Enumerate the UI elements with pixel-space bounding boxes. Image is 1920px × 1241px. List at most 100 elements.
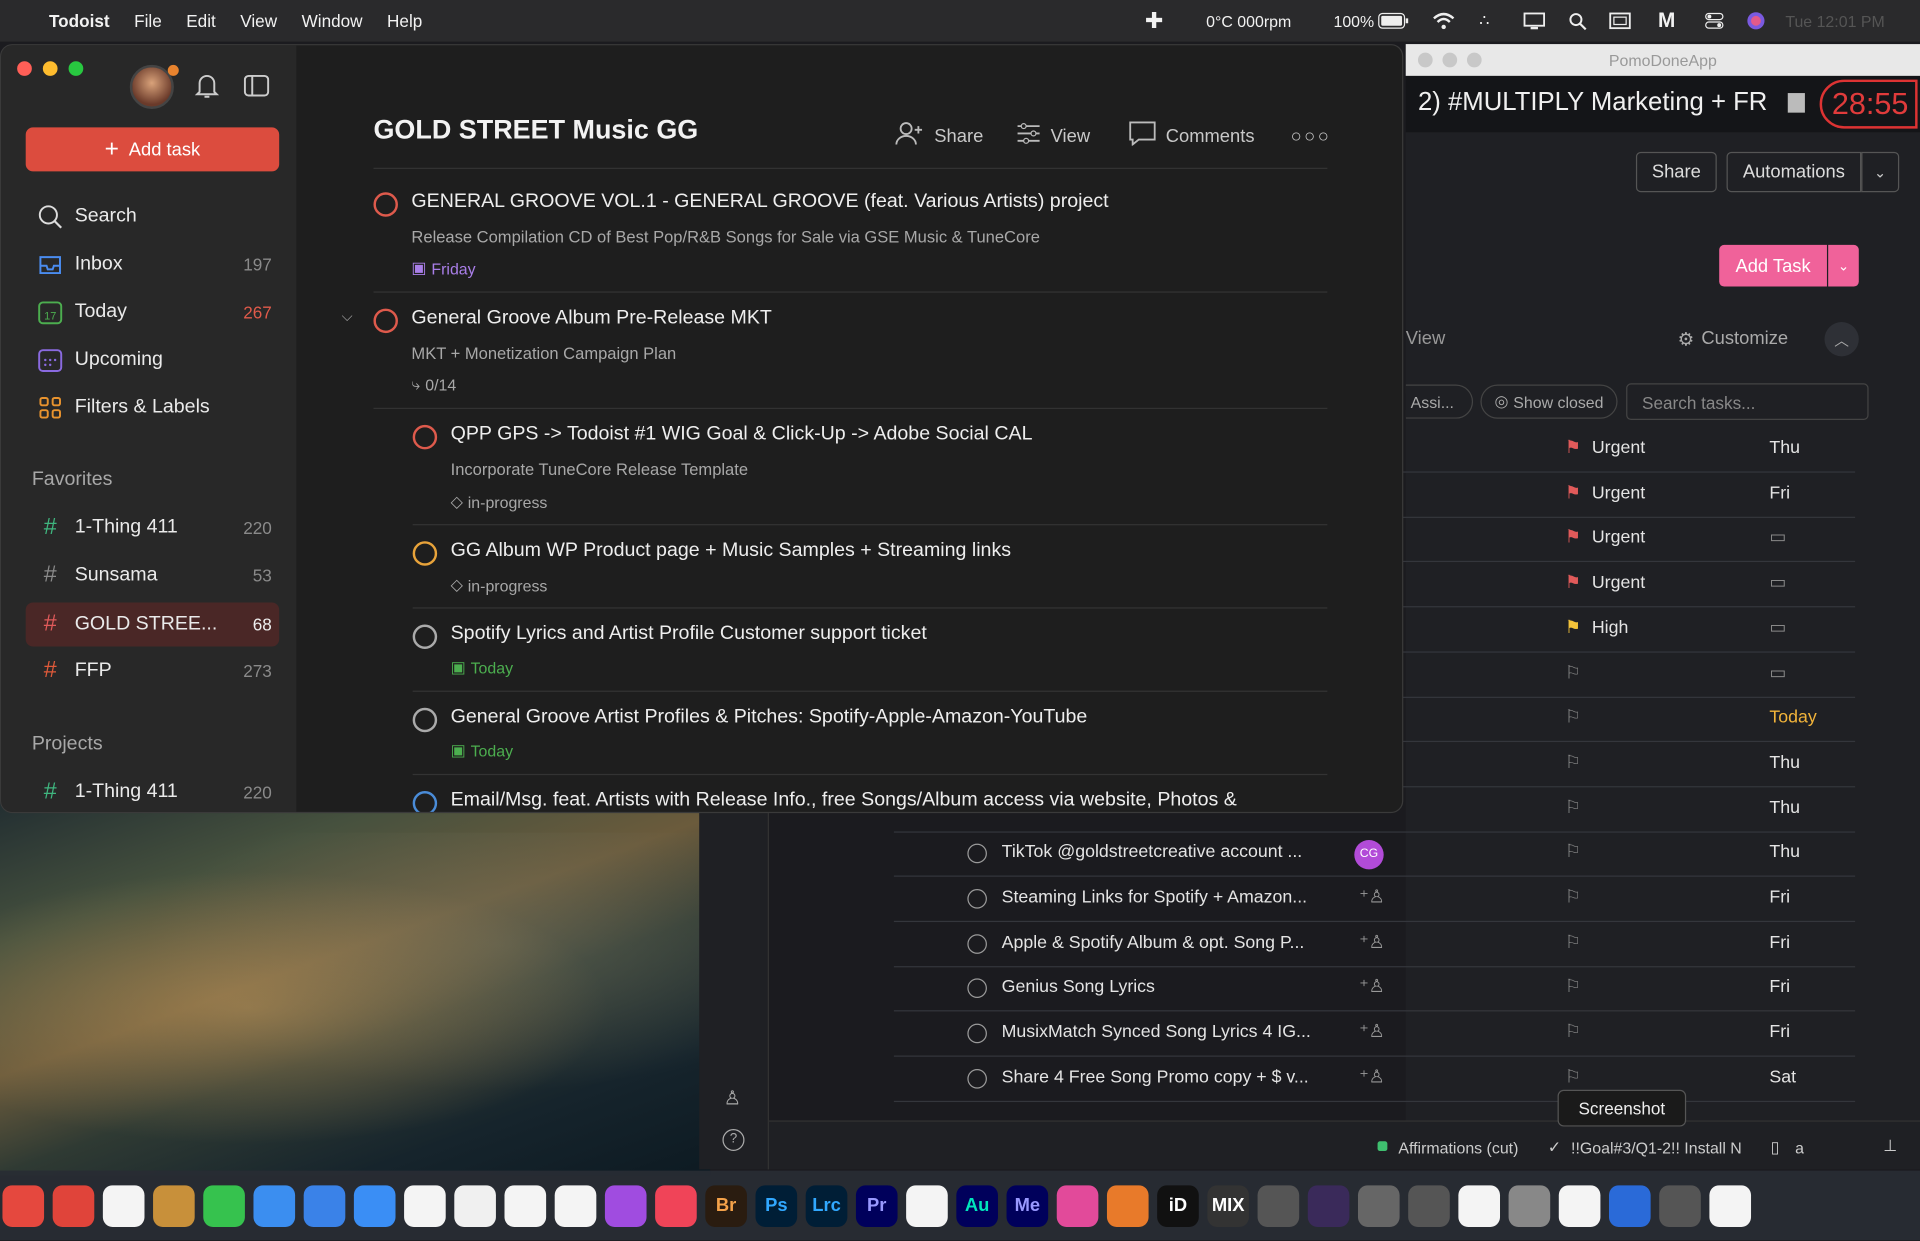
zoom-icon[interactable]	[1466, 52, 1482, 68]
audition-dock-icon[interactable]: Au	[956, 1184, 998, 1227]
help-icon[interactable]: ?	[722, 1128, 745, 1152]
id-dock-icon[interactable]: iD	[1157, 1184, 1199, 1227]
due-date[interactable]: Today	[1769, 708, 1816, 728]
task-item[interactable]: General Groove Artist Profiles & Pitches…	[412, 696, 1328, 776]
menu-help[interactable]: Help	[387, 11, 422, 31]
screenshot-dock-icon[interactable]	[1508, 1184, 1551, 1227]
task-checkbox[interactable]	[412, 624, 438, 649]
page-title[interactable]: GOLD STREET Music GG	[373, 114, 698, 146]
note-icon[interactable]	[1787, 93, 1805, 113]
task-status-circle[interactable]	[967, 978, 987, 999]
priority-flag-icon[interactable]: ⚐	[1565, 933, 1581, 953]
due-date[interactable]: Fri	[1769, 483, 1790, 503]
bell-icon[interactable]	[194, 72, 220, 105]
current-task-name[interactable]: 2) #MULTIPLY Marketing + FR	[1418, 88, 1767, 117]
menu-view[interactable]: View	[240, 11, 277, 31]
pin-icon[interactable]: ⊥	[1883, 1136, 1897, 1156]
add-task-chevron-icon[interactable]: ⌄	[1828, 244, 1859, 287]
projects-heading[interactable]: Projects	[32, 733, 103, 755]
minimize-icon[interactable]	[1442, 52, 1458, 68]
priority-flag-icon[interactable]: ⚐	[1565, 1023, 1581, 1043]
customize-button[interactable]: ⚙ Customize	[1678, 328, 1789, 350]
priority-flag-icon[interactable]: ⚐	[1565, 753, 1581, 773]
favorite-1-thing-411[interactable]: #1-Thing 411 220	[26, 507, 279, 549]
calendar-icon[interactable]: ▭	[1769, 528, 1786, 548]
temperature-readout[interactable]: 0°C 000rpm	[1206, 0, 1291, 42]
priority-flag-icon[interactable]: ⚑	[1565, 528, 1581, 548]
media-encoder-dock-icon[interactable]: Me	[1006, 1184, 1049, 1227]
battery-percent[interactable]: 100%	[1333, 0, 1374, 42]
comments-button[interactable]: Comments	[1129, 121, 1255, 150]
priority-flag-icon[interactable]: ⚐	[1565, 708, 1581, 728]
task-checkbox[interactable]	[412, 707, 438, 733]
priority-flag-icon[interactable]: ⚑	[1565, 483, 1581, 503]
music-dock-icon[interactable]	[655, 1184, 697, 1227]
footer-affirmations[interactable]: Affirmations (cut)	[1398, 1139, 1518, 1157]
safari-dock-icon[interactable]	[404, 1184, 446, 1227]
clickup-add-task-button[interactable]: Add Task	[1719, 244, 1827, 287]
dvd-dock-icon[interactable]	[1257, 1184, 1300, 1227]
menu-edit[interactable]: Edit	[186, 11, 216, 31]
medical-cross-icon[interactable]: ✚	[1145, 0, 1163, 42]
photoshop-dock-icon[interactable]: Ps	[755, 1184, 798, 1227]
menu-window[interactable]: Window	[302, 11, 363, 31]
battery-icon[interactable]	[1378, 0, 1410, 42]
task-item[interactable]: General Groove Album Pre-Release MKT MKT…	[373, 296, 1328, 409]
priority-flag-icon[interactable]: ⚐	[1565, 888, 1581, 908]
due-date[interactable]: Fri	[1769, 1023, 1790, 1043]
add-assignee-icon[interactable]: ⁺♙	[1359, 933, 1384, 953]
favorite-sunsama[interactable]: # Sunsama 53	[26, 555, 279, 597]
m-app-icon[interactable]: M	[1658, 0, 1675, 42]
clickup-task-row[interactable]: Apple & Spotify Album & opt. Song P... ⁺♙…	[893, 922, 1856, 967]
add-task-button[interactable]: + Add task	[25, 127, 280, 172]
close-icon[interactable]	[1417, 52, 1433, 68]
due-date[interactable]: Fri	[1769, 978, 1790, 998]
spotlight-icon[interactable]	[1569, 0, 1587, 42]
calendar-dock-icon[interactable]	[353, 1184, 396, 1227]
task-status-circle[interactable]	[967, 1068, 987, 1089]
siri-icon[interactable]	[1746, 0, 1766, 42]
more-options-icon[interactable]: ○○○	[1291, 121, 1332, 150]
task-item[interactable]: GENERAL GROOVE VOL.1 - GENERAL GROOVE (f…	[373, 180, 1328, 293]
premiere-dock-icon[interactable]: Pr	[855, 1184, 898, 1227]
clickup-share-button[interactable]: Share	[1635, 151, 1717, 193]
assignee-avatar[interactable]: CG	[1354, 840, 1384, 870]
clickup-task-row[interactable]: Steaming Links for Spotify + Amazon... ⁺♙…	[893, 877, 1856, 923]
collapse-chevron-icon[interactable]: ︿	[1824, 322, 1859, 357]
task-checkbox[interactable]	[373, 192, 398, 217]
clickup-task-row[interactable]: Share 4 Free Song Promo copy + $ v... ⁺♙ ⚐…	[893, 1056, 1856, 1102]
task-status-circle[interactable]	[967, 888, 987, 909]
task-checkbox[interactable]	[373, 308, 398, 334]
settings-dock-icon[interactable]	[1357, 1184, 1400, 1227]
task-checkbox[interactable]	[412, 541, 438, 566]
photos-dock-icon[interactable]	[554, 1184, 597, 1227]
clickup-task-row[interactable]: Genius Song Lyrics ⁺♙ ⚐ Fri	[893, 967, 1856, 1012]
mixer-dock-icon[interactable]: MIX	[1207, 1184, 1249, 1227]
globe-dock-icon[interactable]	[1558, 1184, 1601, 1227]
testflight-dock-icon[interactable]	[253, 1184, 296, 1227]
chrome-dock-icon[interactable]	[454, 1184, 496, 1227]
wifi-icon[interactable]	[1433, 0, 1455, 42]
due-date[interactable]: Fri	[1769, 933, 1790, 953]
menu-clock[interactable]: Tue 12:01 PM	[1785, 0, 1884, 42]
sidebar-item-inbox[interactable]: Inbox 197	[26, 244, 279, 286]
add-assignee-icon[interactable]: ⁺♙	[1359, 978, 1384, 998]
priority-flag-icon[interactable]: ⚐	[1565, 843, 1581, 863]
dots-icon[interactable]: ∴	[1479, 0, 1489, 42]
logic-dock-icon[interactable]	[1307, 1184, 1350, 1227]
sidebar-toggle-icon[interactable]	[243, 74, 270, 103]
priority-flag-icon[interactable]: ⚑	[1565, 438, 1581, 458]
calendar-icon[interactable]: ▭	[1769, 663, 1786, 683]
sidebar-item-filters-labels[interactable]: Filters & Labels	[26, 387, 279, 429]
add-assignee-icon[interactable]: ⁺♙	[1359, 888, 1384, 908]
calendar-dock-icon[interactable]	[1659, 1184, 1701, 1227]
task-item[interactable]: Spotify Lyrics and Artist Profile Custom…	[412, 612, 1328, 692]
trash-dock-icon[interactable]	[1709, 1184, 1752, 1227]
bridge-dock-icon[interactable]: Br	[705, 1184, 747, 1227]
capcut-dock-icon[interactable]	[906, 1184, 948, 1227]
contacts-dock-icon[interactable]	[153, 1184, 195, 1227]
menu-app-name[interactable]: Todoist	[49, 11, 110, 31]
clickup-dock-icon[interactable]	[102, 1184, 145, 1227]
priority-flag-icon[interactable]: ⚐	[1565, 663, 1581, 683]
task-checkbox[interactable]	[412, 424, 438, 450]
